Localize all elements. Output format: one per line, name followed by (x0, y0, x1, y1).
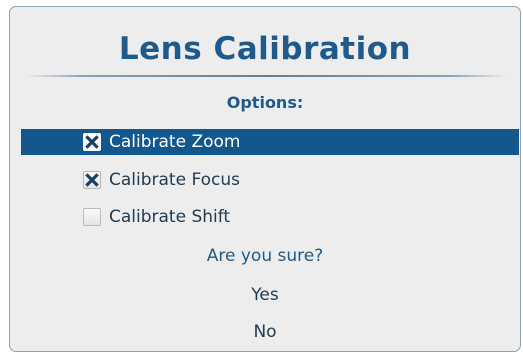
calibrate-shift-checkbox[interactable] (83, 208, 101, 226)
option-label: Calibrate Focus (109, 170, 241, 190)
no-button[interactable]: No (10, 321, 520, 343)
lens-calibration-dialog: Lens Calibration Options: Calibrate Zoom… (9, 6, 521, 352)
confirmation-prompt: Are you sure? (206, 246, 324, 266)
calibrate-focus-checkbox[interactable] (83, 171, 101, 189)
option-calibrate-focus[interactable]: Calibrate Focus (21, 167, 519, 193)
calibrate-zoom-checkbox[interactable] (83, 133, 101, 151)
x-checkmark-icon (85, 173, 99, 187)
option-label: Calibrate Zoom (109, 132, 241, 152)
option-calibrate-zoom[interactable]: Calibrate Zoom (21, 129, 519, 155)
options-header: Options: (226, 93, 304, 112)
x-checkmark-icon (85, 135, 99, 149)
yes-button[interactable]: Yes (10, 284, 520, 306)
title-divider (26, 75, 508, 77)
dialog-title: Lens Calibration (118, 31, 412, 67)
option-label: Calibrate Shift (109, 207, 231, 227)
option-calibrate-shift[interactable]: Calibrate Shift (21, 204, 519, 230)
